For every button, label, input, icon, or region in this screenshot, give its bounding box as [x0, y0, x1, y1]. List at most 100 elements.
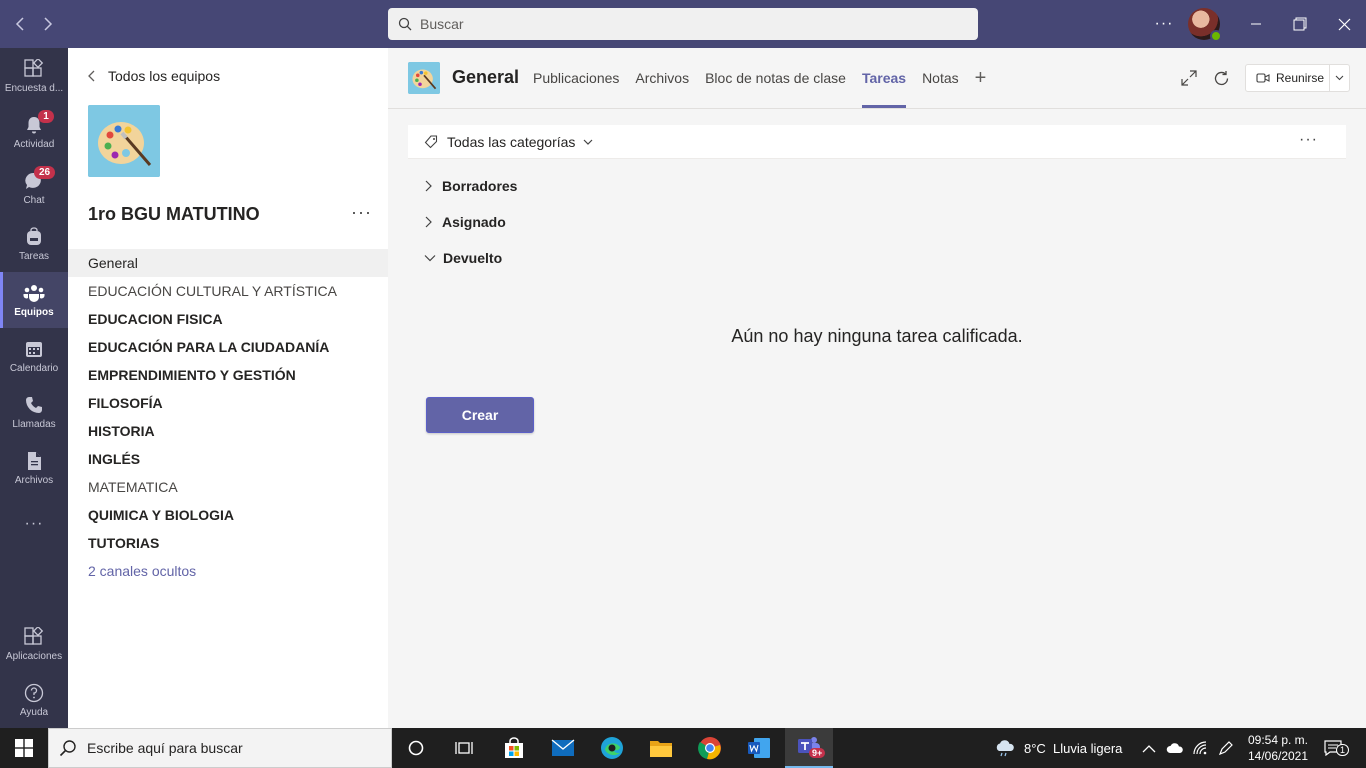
rail-item-chat[interactable]: 26 Chat	[0, 160, 68, 216]
taskbar-mail[interactable]	[539, 728, 587, 768]
channel-list: General EDUCACIÓN CULTURAL Y ARTÍSTICA E…	[68, 249, 388, 585]
create-button[interactable]: Crear	[426, 397, 534, 433]
channel-item-emprendimiento[interactable]: EMPRENDIMIENTO Y GESTIÓN	[68, 361, 388, 389]
cortana-icon	[408, 740, 424, 756]
app-rail: Encuesta d... 1 Actividad 26 Chat Tareas…	[0, 48, 68, 728]
tab-bloc-de-notas[interactable]: Bloc de notas de clase	[705, 48, 846, 108]
all-teams-link[interactable]: Todos los equipos	[88, 68, 220, 84]
backpack-icon	[27, 226, 41, 245]
calendar-icon	[26, 341, 42, 357]
team-name: 1ro BGU MATUTINO	[88, 204, 260, 224]
channel-item-historia[interactable]: HISTORIA	[68, 417, 388, 445]
expand-icon	[1181, 70, 1197, 86]
team-panel: Todos los equipos 1ro BGU MATUTINO ··· G…	[68, 48, 388, 728]
mail-icon	[551, 739, 575, 756]
meet-button[interactable]: Reunirse	[1245, 64, 1350, 92]
pen-icon	[1218, 741, 1233, 756]
rail-item-tareas[interactable]: Tareas	[0, 216, 68, 272]
rail-item-actividad[interactable]: 1 Actividad	[0, 104, 68, 160]
taskbar-file-explorer[interactable]	[637, 728, 685, 768]
tab-notas[interactable]: Notas	[922, 48, 959, 108]
tray-pen[interactable]	[1218, 728, 1234, 768]
rail-label: Equipos	[14, 306, 54, 318]
category-filter-dropdown[interactable]: Todas las categorías	[447, 134, 575, 150]
tab-publicaciones[interactable]: Publicaciones	[533, 48, 619, 108]
assignments-more-button[interactable]: ···	[1299, 131, 1318, 149]
chevron-down-icon[interactable]	[1335, 75, 1344, 81]
minimize-icon	[1251, 23, 1261, 25]
hidden-channels-link[interactable]: 2 canales ocultos	[68, 557, 388, 585]
taskbar-search-input[interactable]: Escribe aquí para buscar	[48, 728, 392, 768]
rail-item-encuesta[interactable]: Encuesta d...	[0, 48, 68, 104]
section-devuelto[interactable]: Devuelto	[424, 246, 502, 270]
expand-button[interactable]	[1178, 67, 1200, 89]
taskbar-word[interactable]	[735, 728, 783, 768]
taskbar-chrome[interactable]	[686, 728, 734, 768]
tray-network[interactable]	[1192, 728, 1208, 768]
channel-item-ciudadania[interactable]: EDUCACIÓN PARA LA CIUDADANÍA	[68, 333, 388, 361]
chevron-up-icon	[1142, 744, 1156, 752]
tab-archivos[interactable]: Archivos	[635, 48, 689, 108]
chevron-right-icon	[425, 180, 432, 192]
channel-item-matematica[interactable]: MATEMATICA	[68, 473, 388, 501]
taskbar-search-placeholder: Escribe aquí para buscar	[87, 740, 243, 756]
tray-show-hidden[interactable]	[1142, 728, 1156, 768]
team-avatar-palette-icon	[88, 105, 160, 177]
task-view-button[interactable]	[440, 728, 488, 768]
forward-arrow-icon[interactable]	[38, 12, 58, 36]
rail-item-calendario[interactable]: Calendario	[0, 328, 68, 384]
cortana-button[interactable]	[392, 728, 440, 768]
chevron-down-icon	[424, 255, 436, 262]
team-more-button[interactable]: ···	[351, 202, 372, 223]
taskbar-edge[interactable]	[588, 728, 636, 768]
refresh-icon	[1214, 70, 1228, 85]
category-filter-bar: Todas las categorías ···	[408, 125, 1346, 159]
channel-header: General Publicaciones Archivos Bloc de n…	[388, 48, 1366, 109]
tray-onedrive[interactable]	[1166, 728, 1184, 768]
rail-item-equipos[interactable]: Equipos	[0, 272, 68, 328]
onedrive-cloud-icon	[1166, 743, 1183, 753]
rail-item-aplicaciones[interactable]: Aplicaciones	[0, 616, 68, 672]
maximize-button[interactable]	[1288, 10, 1312, 38]
taskbar-store[interactable]	[490, 728, 538, 768]
clock-time: 09:54 p. m.	[1247, 733, 1309, 747]
rail-label: Llamadas	[12, 418, 56, 430]
section-borradores[interactable]: Borradores	[424, 174, 517, 198]
weather-widget[interactable]: 8°C Lluvia ligera	[994, 728, 1122, 768]
channel-item-filosofia[interactable]: FILOSOFÍA	[68, 389, 388, 417]
chevron-left-icon	[88, 70, 95, 82]
rail-more-button[interactable]: ···	[0, 496, 68, 552]
channel-item-tutorias[interactable]: TUTORIAS	[68, 529, 388, 557]
rail-item-archivos[interactable]: Archivos	[0, 440, 68, 496]
rail-label: Actividad	[13, 138, 55, 150]
back-arrow-icon[interactable]	[10, 12, 30, 36]
avatar[interactable]	[1188, 8, 1222, 42]
channel-item-quimica-biologia[interactable]: QUIMICA Y BIOLOGIA	[68, 501, 388, 529]
refresh-button[interactable]	[1210, 67, 1232, 89]
more-options-button[interactable]: ···	[1152, 10, 1176, 38]
taskbar-clock[interactable]: 09:54 p. m. 14/06/2021	[1240, 732, 1316, 764]
restore-icon	[1293, 17, 1307, 31]
section-label: Asignado	[442, 214, 506, 230]
channel-item-general[interactable]: General	[68, 249, 388, 277]
tab-tareas[interactable]: Tareas	[861, 48, 907, 108]
close-button[interactable]	[1332, 10, 1356, 38]
search-input[interactable]: Buscar	[388, 8, 978, 40]
minimize-button[interactable]	[1244, 10, 1268, 38]
empty-state-message: Aún no hay ninguna tarea calificada.	[731, 326, 1023, 346]
rail-item-llamadas[interactable]: Llamadas	[0, 384, 68, 440]
start-button[interactable]	[0, 728, 48, 768]
notification-center[interactable]: 1	[1324, 728, 1350, 768]
channel-item-educacion-fisica[interactable]: EDUCACION FISICA	[68, 305, 388, 333]
teams-badge: 9+	[809, 748, 826, 758]
channel-item-cultural-artistica[interactable]: EDUCACIÓN CULTURAL Y ARTÍSTICA	[68, 277, 388, 305]
channel-tabs: Publicaciones Archivos Bloc de notas de …	[533, 48, 986, 108]
section-asignado[interactable]: Asignado	[424, 210, 506, 234]
chevron-down-icon[interactable]	[583, 139, 593, 145]
search-placeholder: Buscar	[420, 16, 464, 32]
add-tab-button[interactable]: +	[975, 48, 987, 108]
taskbar-teams[interactable]: 9+	[785, 728, 833, 768]
rail-item-ayuda[interactable]: Ayuda	[0, 672, 68, 728]
channel-item-ingles[interactable]: INGLÉS	[68, 445, 388, 473]
title-bar: Buscar ···	[0, 0, 1366, 48]
